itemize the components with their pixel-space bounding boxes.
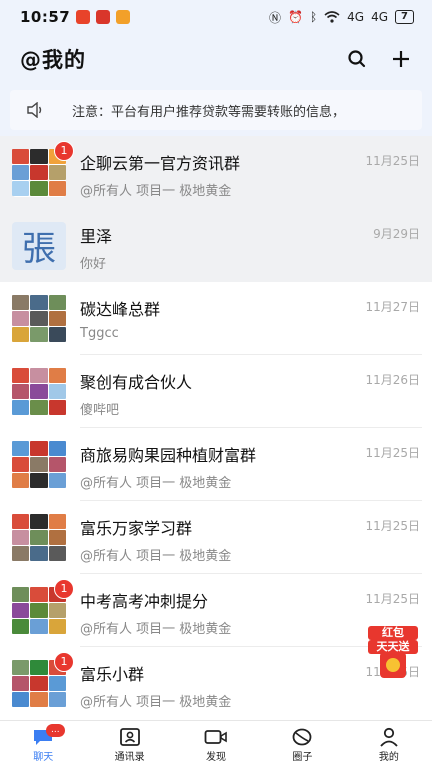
chat-name: 商旅易购果园种植财富群 xyxy=(80,446,257,465)
tab-label: 聊天 xyxy=(33,752,54,763)
group-avatar xyxy=(12,367,66,416)
notification-icon xyxy=(116,10,131,24)
contacts-icon xyxy=(118,726,142,748)
chat-row[interactable]: 商旅易购果园种植财富群 @所有人 项目一 极地黄金 11月25日 xyxy=(0,428,432,501)
notification-icon xyxy=(96,10,111,24)
unread-badge: 1 xyxy=(54,140,74,161)
chat-last-message: @所有人 项目一 极地黄金 xyxy=(80,695,232,710)
chat-date: 11月27日 xyxy=(365,300,420,314)
chat-name: 富乐小群 xyxy=(80,665,145,684)
chat-name: 里泽 xyxy=(80,227,113,246)
notification-icon xyxy=(76,10,91,24)
group-avatar xyxy=(12,294,66,343)
chat-date: 11月25日 xyxy=(365,446,420,460)
speaker-icon xyxy=(27,102,42,118)
chat-name: 富乐万家学习群 xyxy=(80,519,193,538)
chat-name: 中考高考冲刺提分 xyxy=(80,592,209,611)
tab-chat[interactable]: 聊天 ... xyxy=(0,721,86,768)
tab-circle[interactable]: 圈子 xyxy=(259,721,345,768)
group-avatar: 1 xyxy=(12,140,74,197)
profile-icon xyxy=(377,726,401,748)
status-time: 10:57 xyxy=(20,8,71,26)
page-title: @我的 xyxy=(20,48,86,72)
status-bar: 10:57 Ⓝ ⏰ ᛒ 4G 4G 7 xyxy=(0,0,432,34)
tab-profile[interactable]: 我的 xyxy=(346,721,432,768)
wifi-icon xyxy=(324,11,340,23)
bluetooth-icon: ᛒ xyxy=(309,10,318,24)
chat-name: 企聊云第一官方资讯群 xyxy=(80,154,241,173)
user-avatar: 張 xyxy=(12,221,66,270)
video-icon xyxy=(204,726,228,748)
group-avatar: 1 xyxy=(12,578,74,635)
chat-last-message: @所有人 项目一 极地黄金 xyxy=(80,549,232,564)
chat-name: 聚创有成合伙人 xyxy=(80,373,193,392)
chat-date: 9月29日 xyxy=(373,227,420,241)
alarm-icon: ⏰ xyxy=(288,10,303,24)
chat-last-message: 你好 xyxy=(80,257,107,272)
red-packet-promo[interactable]: 红包 天天送 xyxy=(366,626,420,682)
nfc-icon: Ⓝ xyxy=(268,10,281,25)
tab-discover[interactable]: 发现 xyxy=(173,721,259,768)
search-icon[interactable] xyxy=(346,48,368,70)
notice-text: 注意：平台有用户推荐贷款等需要转账的信息， xyxy=(72,104,346,120)
chat-row[interactable]: 聚创有成合伙人 傻哔吧 11月26日 xyxy=(0,355,432,428)
tab-label: 圈子 xyxy=(292,752,313,763)
chat-row[interactable]: 碳达峰总群 Tggcc 11月27日 xyxy=(0,282,432,355)
group-avatar xyxy=(12,513,66,562)
group-avatar xyxy=(12,440,66,489)
chat-last-message: @所有人 项目一 极地黄金 xyxy=(80,476,232,491)
battery-icon: 7 xyxy=(395,10,414,24)
tab-badge: ... xyxy=(46,724,65,737)
bottom-tab-bar: 聊天 ... 通讯录 发现 圈子 我的 xyxy=(0,720,432,768)
chat-row[interactable]: 1 企聊云第一官方资讯群 @所有人 项目一 极地黄金 11月25日 xyxy=(0,136,432,209)
add-icon[interactable] xyxy=(390,48,412,70)
tab-label: 我的 xyxy=(378,752,399,763)
chat-name: 碳达峰总群 xyxy=(80,300,161,319)
coin-icon xyxy=(386,658,400,672)
notice-banner: 注意：平台有用户推荐贷款等需要转账的信息， xyxy=(0,84,432,136)
circle-icon xyxy=(290,726,314,748)
chat-last-message: @所有人 项目一 极地黄金 xyxy=(80,622,232,637)
group-avatar: 1 xyxy=(12,651,74,708)
tab-label: 发现 xyxy=(206,752,227,763)
unread-badge: 1 xyxy=(54,578,74,599)
chat-date: 11月26日 xyxy=(365,373,420,387)
chat-date: 11月25日 xyxy=(365,154,420,168)
unread-badge: 1 xyxy=(54,651,74,672)
chat-date: 11月25日 xyxy=(365,592,420,606)
promo-line1: 红包 xyxy=(368,626,418,640)
app-header: @我的 xyxy=(0,34,432,84)
tab-contacts[interactable]: 通讯录 xyxy=(86,721,172,768)
chat-last-message: @所有人 项目一 极地黄金 xyxy=(80,184,232,199)
status-icons: Ⓝ ⏰ ᛒ 4G 4G 7 xyxy=(269,9,414,26)
signal-icon: 4G xyxy=(347,10,365,24)
chat-row[interactable]: 富乐万家学习群 @所有人 项目一 极地黄金 11月25日 xyxy=(0,501,432,574)
chat-last-message: Tggcc xyxy=(80,326,119,341)
chat-last-message: 傻哔吧 xyxy=(80,403,120,418)
chat-row[interactable]: 張 里泽 你好 9月29日 xyxy=(0,209,432,282)
signal-icon: 4G xyxy=(371,10,389,24)
chat-date: 11月25日 xyxy=(365,519,420,533)
tab-label: 通讯录 xyxy=(114,752,145,763)
